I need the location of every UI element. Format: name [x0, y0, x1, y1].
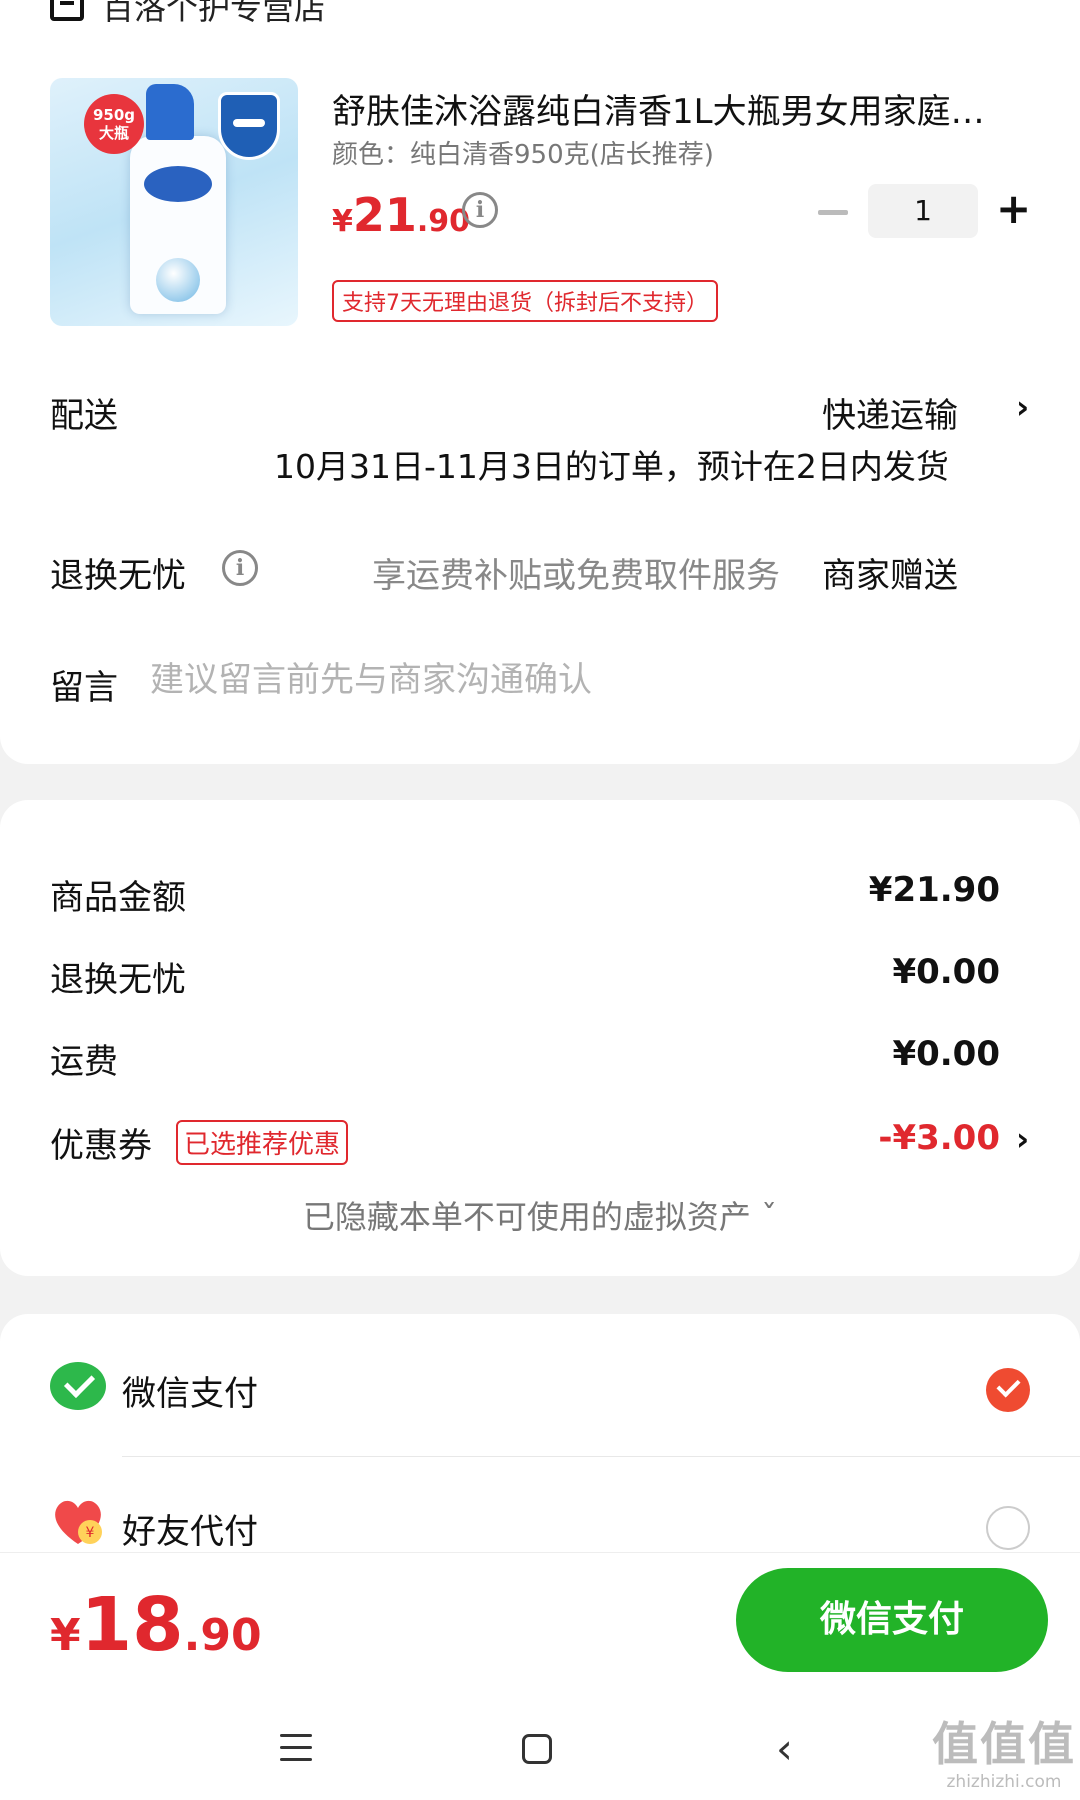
wechat-pay-radio-checked[interactable] — [986, 1368, 1030, 1412]
total-integer: 18 — [80, 1582, 184, 1668]
total-price: ¥ 18 .90 — [50, 1582, 262, 1668]
brand-shield-icon — [218, 92, 280, 160]
recent-apps-icon[interactable] — [280, 1734, 312, 1762]
price-integer: 21 — [352, 188, 417, 242]
friend-pay-heart-icon: ¥ — [55, 1500, 102, 1544]
message-label: 留言 — [50, 668, 118, 708]
price-currency: ¥ — [332, 204, 353, 239]
order-item-card: 百洛个护专营店 950g 大瓶 舒肤佳沐浴露纯白清香1L大瓶男女用家庭… 颜色：纯… — [0, 0, 1080, 764]
site-watermark: 值值值 zhizhizhi.com — [928, 1716, 1080, 1800]
back-icon[interactable]: ‹ — [776, 1728, 793, 1770]
chevron-right-icon[interactable]: › — [1016, 1120, 1029, 1158]
quantity-increase-button[interactable]: + — [996, 184, 1031, 238]
total-currency: ¥ — [50, 1610, 81, 1661]
price-info-icon[interactable]: i — [462, 192, 498, 228]
wechat-pay-label[interactable]: 微信支付 — [122, 1366, 258, 1415]
friend-pay-label[interactable]: 好友代付 — [122, 1504, 258, 1553]
worry-free-info-icon[interactable]: i — [222, 550, 258, 586]
divider — [122, 1456, 1080, 1457]
product-spec[interactable]: 颜色：纯白清香950克(店长推荐) — [332, 134, 714, 171]
store-name: 百洛个护专营店 — [102, 0, 327, 27]
delivery-label: 配送 — [50, 396, 118, 436]
shipping-fee-label: 运费 — [50, 1042, 118, 1082]
worry-free-label: 退换无忧 — [50, 556, 186, 596]
worry-free-description: 享运费补贴或免费取件服务 — [372, 556, 780, 596]
product-image[interactable]: 950g 大瓶 — [50, 78, 298, 326]
product-price: ¥ 21 .90 — [332, 188, 470, 242]
message-input[interactable] — [150, 654, 950, 706]
quantity-decrease-button[interactable] — [818, 210, 848, 215]
bottle-cap — [146, 84, 194, 140]
total-decimal: .90 — [183, 1610, 262, 1661]
worry-free-fee-value: ¥0.00 — [892, 952, 1000, 992]
product-title[interactable]: 舒肤佳沐浴露纯白清香1L大瓶男女用家庭… — [332, 84, 1012, 133]
items-amount-value: ¥21.90 — [868, 870, 1000, 910]
delivery-estimate: 10月31日-11月3日的订单，预计在2日内发货 — [274, 447, 949, 486]
chevron-right-icon[interactable]: › — [1016, 388, 1029, 426]
hidden-assets-toggle[interactable]: 已隐藏本单不可使用的虚拟资产 ˇ — [0, 1192, 1080, 1238]
wechat-pay-button[interactable]: 微信支付 — [736, 1568, 1048, 1672]
shipping-fee-value: ¥0.00 — [892, 1034, 1000, 1074]
delivery-method[interactable]: 快递运输 — [822, 388, 958, 437]
watermark-url: zhizhizhi.com — [946, 1772, 1062, 1792]
water-drop — [156, 258, 200, 302]
svg-text:¥: ¥ — [86, 1525, 95, 1541]
return-policy-tag: 支持7天无理由退货（拆封后不支持） — [332, 280, 718, 322]
size-badge: 950g 大瓶 — [84, 94, 144, 154]
wechat-pay-icon — [50, 1362, 106, 1410]
quantity-field[interactable]: 1 — [868, 184, 978, 238]
home-icon[interactable] — [522, 1734, 552, 1764]
friend-pay-radio[interactable] — [986, 1506, 1030, 1550]
coupon-label: 优惠券 — [50, 1126, 152, 1166]
worry-free-gift: 商家赠送 — [822, 556, 958, 596]
store-header[interactable]: 百洛个护专营店 — [50, 0, 327, 27]
bottle-label — [144, 166, 212, 202]
coupon-tag[interactable]: 已选推荐优惠 — [176, 1120, 349, 1165]
watermark-logo: 值值值 — [932, 1717, 1076, 1771]
coupon-value[interactable]: -¥3.00 — [878, 1118, 1000, 1158]
items-amount-label: 商品金额 — [50, 878, 186, 918]
worry-free-fee-label: 退换无忧 — [50, 960, 186, 1000]
store-icon — [50, 0, 84, 21]
